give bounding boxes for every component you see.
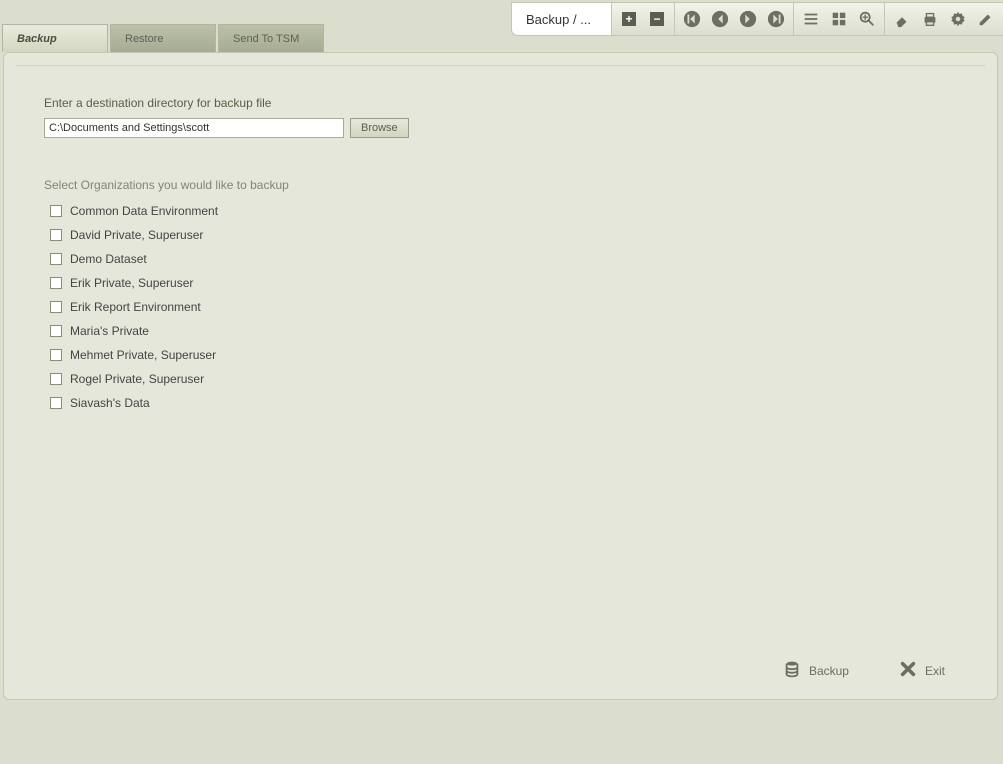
organization-checkbox[interactable] (50, 397, 62, 409)
footer: Backup Exit (783, 660, 945, 681)
organization-item: David Private, Superuser (50, 228, 957, 242)
main-panel: Enter a destination directory for backup… (3, 52, 998, 700)
organization-checkbox[interactable] (50, 253, 62, 265)
organization-label: Common Data Environment (70, 204, 218, 218)
settings-icon[interactable] (947, 8, 969, 30)
tab-send-to-tsm[interactable]: Send To TSM (218, 24, 324, 52)
browse-button[interactable]: Browse (350, 118, 409, 138)
organization-label: Erik Private, Superuser (70, 276, 193, 290)
organizations-label: Select Organizations you would like to b… (44, 178, 957, 192)
organization-label: Rogel Private, Superuser (70, 372, 204, 386)
tab-bar: Backup Restore Send To TSM (2, 24, 324, 52)
organization-item: Siavash's Data (50, 396, 957, 410)
organization-list: Common Data Environment David Private, Su… (44, 204, 957, 410)
edit-icon[interactable] (975, 8, 997, 30)
organization-label: Erik Report Environment (70, 300, 201, 314)
top-toolbar: Backup / ... + − (511, 2, 1003, 36)
grid-view-icon[interactable] (828, 8, 850, 30)
organization-checkbox[interactable] (50, 301, 62, 313)
panel-inner: Enter a destination directory for backup… (16, 65, 985, 699)
organization-checkbox[interactable] (50, 373, 62, 385)
toolbar-group-nav (675, 3, 794, 35)
organization-item: Maria's Private (50, 324, 957, 338)
first-icon[interactable] (681, 8, 703, 30)
tab-restore[interactable]: Restore (110, 24, 216, 52)
organization-checkbox[interactable] (50, 277, 62, 289)
organization-label: Maria's Private (70, 324, 149, 338)
toolbar-group-view (794, 3, 885, 35)
organization-item: Mehmet Private, Superuser (50, 348, 957, 362)
organization-checkbox[interactable] (50, 349, 62, 361)
collapse-all-button[interactable]: − (646, 8, 668, 30)
organization-label: Demo Dataset (70, 252, 147, 266)
organization-item: Demo Dataset (50, 252, 957, 266)
toolbar-group-expand: + − (612, 3, 675, 35)
toolbar-title: Backup / ... (512, 3, 612, 35)
exit-button-label: Exit (925, 664, 945, 678)
organization-item: Common Data Environment (50, 204, 957, 218)
organization-label: Mehmet Private, Superuser (70, 348, 216, 362)
organization-label: Siavash's Data (70, 396, 150, 410)
backup-button[interactable]: Backup (783, 660, 849, 681)
organization-item: Erik Report Environment (50, 300, 957, 314)
organization-label: David Private, Superuser (70, 228, 203, 242)
next-icon[interactable] (737, 8, 759, 30)
expand-all-button[interactable]: + (618, 8, 640, 30)
erase-icon[interactable] (891, 8, 913, 30)
close-icon (899, 660, 917, 681)
organization-item: Rogel Private, Superuser (50, 372, 957, 386)
database-icon (783, 660, 801, 681)
print-icon[interactable] (919, 8, 941, 30)
previous-icon[interactable] (709, 8, 731, 30)
organization-checkbox[interactable] (50, 229, 62, 241)
destination-input[interactable] (44, 118, 344, 138)
last-icon[interactable] (765, 8, 787, 30)
organization-checkbox[interactable] (50, 325, 62, 337)
backup-button-label: Backup (809, 664, 849, 678)
organization-item: Erik Private, Superuser (50, 276, 957, 290)
backup-form: Enter a destination directory for backup… (16, 96, 985, 410)
organization-checkbox[interactable] (50, 205, 62, 217)
destination-label: Enter a destination directory for backup… (44, 96, 957, 110)
zoom-icon[interactable] (856, 8, 878, 30)
list-view-icon[interactable] (800, 8, 822, 30)
toolbar-group-actions (885, 3, 1003, 35)
tab-backup[interactable]: Backup (2, 24, 108, 52)
exit-button[interactable]: Exit (899, 660, 945, 681)
